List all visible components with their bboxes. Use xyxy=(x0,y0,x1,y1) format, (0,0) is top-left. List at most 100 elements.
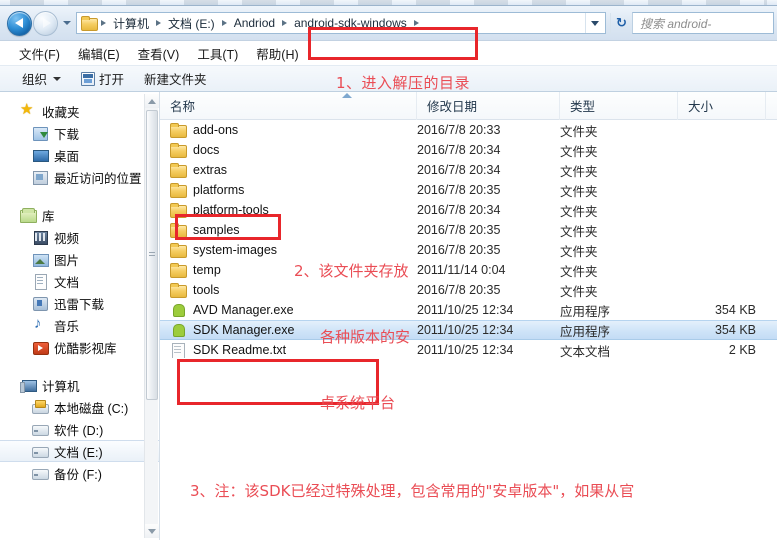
sidebar-item-drive-f[interactable]: 备份 (F:) xyxy=(0,462,159,484)
file-type-cell: 应用程序 xyxy=(560,324,611,339)
sidebar-item-computer[interactable]: 计算机 xyxy=(0,374,159,396)
file-type-cell: 文件夹 xyxy=(560,144,598,159)
open-button[interactable]: 打开 xyxy=(71,67,134,90)
file-name-label: AVD Manager.exe xyxy=(193,303,294,317)
column-header-date[interactable]: 修改日期 xyxy=(417,92,560,120)
file-name-label: tools xyxy=(193,283,220,297)
android-app-icon xyxy=(170,302,186,318)
menu-bar: 文件(F) 编辑(E) 查看(V) 工具(T) 帮助(H) xyxy=(0,41,777,65)
table-row[interactable]: extras 2016/7/8 20:34 文件夹 xyxy=(160,160,777,180)
table-row[interactable]: platforms 2016/7/8 20:35 文件夹 xyxy=(160,180,777,200)
sidebar-item-documents[interactable]: 文档 xyxy=(0,270,159,292)
sidebar-item-favorites[interactable]: 收藏夹 xyxy=(0,100,159,122)
sidebar-item-youku[interactable]: 优酷影视库 xyxy=(0,336,159,358)
breadcrumb-separator-icon xyxy=(413,20,419,26)
file-rows: add-ons 2016/7/8 20:33 文件夹 docs 2016/7/8 20:… xyxy=(160,120,777,360)
column-header-size[interactable]: 大小 xyxy=(678,92,766,120)
scroll-up-button[interactable] xyxy=(145,94,159,108)
nav-group-favorites: 收藏夹 下载 桌面 最近访问的位置 xyxy=(0,100,159,188)
annotation-note-1: 1、进入解压的目录 xyxy=(336,74,471,92)
forward-arrow-icon xyxy=(42,18,51,28)
annotation-note-3: 3、注：该SDK已经过特殊处理，包含常用的"安卓版本"，如果从官 方下载是不带有… xyxy=(190,429,634,540)
sidebar-item-desktop[interactable]: 桌面 xyxy=(0,144,159,166)
table-row[interactable]: system-images 2016/7/8 20:35 文件夹 xyxy=(160,240,777,260)
sidebar-item-recent-places[interactable]: 最近访问的位置 xyxy=(0,166,159,188)
back-arrow-icon xyxy=(14,18,23,28)
back-button[interactable] xyxy=(7,10,32,36)
file-type-cell: 文件夹 xyxy=(560,284,598,299)
table-row[interactable]: platform-tools 2016/7/8 20:34 文件夹 xyxy=(160,200,777,220)
breadcrumb: 计算机 文档 (E:) Andriod android-sdk-windows xyxy=(97,13,423,33)
file-name-label: docs xyxy=(193,143,220,157)
chevron-down-icon xyxy=(53,76,62,81)
file-type-cell: 文件夹 xyxy=(560,124,598,139)
documents-icon xyxy=(32,273,48,290)
sidebar-item-drive-e[interactable]: 文档 (E:) xyxy=(0,440,159,462)
folder-icon xyxy=(170,202,187,218)
breadcrumb-item-andriod[interactable]: Andriod xyxy=(231,16,278,30)
table-row[interactable]: add-ons 2016/7/8 20:33 文件夹 xyxy=(160,120,777,140)
table-row[interactable]: SDK Manager.exe 2011/10/25 12:34 应用程序 354 K… xyxy=(160,320,777,340)
menu-item-view[interactable]: 查看(V) xyxy=(129,42,189,65)
sidebar-scrollbar[interactable] xyxy=(144,94,159,538)
breadcrumb-item-documents-e[interactable]: 文档 (E:) xyxy=(165,15,218,32)
search-input[interactable]: 搜索 android- xyxy=(632,12,774,34)
breadcrumb-item-android-sdk-windows[interactable]: android-sdk-windows xyxy=(291,16,410,30)
sidebar-item-thunder-download[interactable]: 迅雷下载 xyxy=(0,292,159,314)
sidebar-item-downloads[interactable]: 下载 xyxy=(0,122,159,144)
column-header-type[interactable]: 类型 xyxy=(560,92,678,120)
drive-icon xyxy=(32,443,49,459)
table-row[interactable]: AVD Manager.exe 2011/10/25 12:34 应用程序 354 K… xyxy=(160,300,777,320)
sidebar-label: 桌面 xyxy=(54,149,80,164)
table-row[interactable]: temp 2011/11/14 0:04 文件夹 xyxy=(160,260,777,280)
column-header-name[interactable]: 名称 xyxy=(160,92,417,120)
sidebar-item-music[interactable]: 音乐 xyxy=(0,314,159,336)
address-bar[interactable]: 计算机 文档 (E:) Andriod android-sdk-windows xyxy=(76,12,606,34)
table-row[interactable]: SDK Readme.txt 2011/10/25 12:34 文本文档 2 KB xyxy=(160,340,777,360)
nav-group-computer: 计算机 本地磁盘 (C:) 软件 (D:) 文档 (E:) 备份 (F:) xyxy=(0,374,159,484)
menu-item-edit[interactable]: 编辑(E) xyxy=(69,42,129,65)
address-history-dropdown-button[interactable] xyxy=(585,13,603,33)
file-date-cell: 2016/7/8 20:35 xyxy=(417,283,501,297)
scrollbar-thumb[interactable] xyxy=(146,110,158,400)
folder-icon xyxy=(170,122,187,138)
sidebar-item-pictures[interactable]: 图片 xyxy=(0,248,159,270)
sidebar-label: 备份 (F:) xyxy=(54,467,102,482)
new-folder-button[interactable]: 新建文件夹 xyxy=(134,67,217,90)
sidebar-label: 最近访问的位置 xyxy=(54,171,142,186)
menu-item-tools[interactable]: 工具(T) xyxy=(188,42,247,65)
scroll-down-button[interactable] xyxy=(145,524,159,538)
file-date-cell: 2016/7/8 20:34 xyxy=(417,203,501,217)
folder-icon xyxy=(170,162,187,178)
desktop-icon xyxy=(32,147,49,163)
breadcrumb-separator-icon xyxy=(101,20,106,26)
annotation-note-2-line-2: 各种版本的安 xyxy=(320,328,411,346)
annotation-note-2-line-3: 卓系统平台 xyxy=(320,394,396,412)
sidebar-item-drive-d[interactable]: 软件 (D:) xyxy=(0,418,159,440)
music-icon xyxy=(32,315,48,333)
refresh-button[interactable]: ↻ xyxy=(610,13,632,33)
organize-button[interactable]: 组织 xyxy=(12,67,71,90)
sidebar-label: 文档 (E:) xyxy=(54,445,103,460)
table-row[interactable]: docs 2016/7/8 20:34 文件夹 xyxy=(160,140,777,160)
file-date-cell: 2016/7/8 20:35 xyxy=(417,223,501,237)
table-row[interactable]: tools 2016/7/8 20:35 文件夹 xyxy=(160,280,777,300)
sidebar-label: 图片 xyxy=(54,253,80,268)
sidebar-label: 音乐 xyxy=(54,319,80,334)
menu-item-help[interactable]: 帮助(H) xyxy=(247,42,307,65)
breadcrumb-item-computer[interactable]: 计算机 xyxy=(110,15,152,32)
sidebar-item-libraries[interactable]: 库 xyxy=(0,204,159,226)
file-name-cell: extras xyxy=(160,162,417,178)
sidebar-item-local-disk-c[interactable]: 本地磁盘 (C:) xyxy=(0,396,159,418)
menu-item-file[interactable]: 文件(F) xyxy=(10,42,69,65)
sidebar-item-videos[interactable]: 视频 xyxy=(0,226,159,248)
drive-icon xyxy=(32,421,49,437)
forward-button[interactable] xyxy=(33,10,58,36)
thunder-download-icon xyxy=(32,295,48,311)
pictures-icon xyxy=(32,251,49,267)
file-type-cell: 文件夹 xyxy=(560,184,598,199)
sidebar-label: 文档 xyxy=(54,275,80,290)
table-row[interactable]: samples 2016/7/8 20:35 文件夹 xyxy=(160,220,777,240)
sidebar-label: 计算机 xyxy=(42,379,80,394)
recent-locations-button[interactable] xyxy=(60,15,73,31)
